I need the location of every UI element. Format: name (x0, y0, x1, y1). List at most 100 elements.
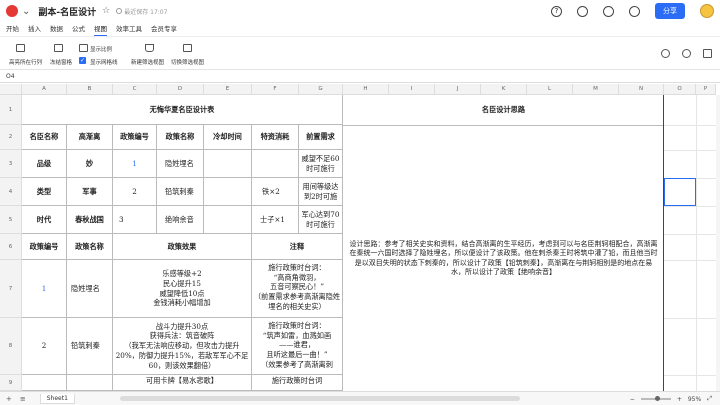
header-cell[interactable]: 冷却时间 (204, 125, 252, 150)
col-header-l[interactable]: L (527, 84, 573, 95)
row-header-3[interactable]: 3 (0, 150, 22, 178)
col-header-a[interactable]: A (22, 84, 67, 95)
menu-insert[interactable]: 插入 (28, 23, 41, 33)
header-cell[interactable]: 特资消耗 (252, 125, 299, 150)
menu-data[interactable]: 数据 (50, 23, 63, 33)
col-header-p[interactable]: P (696, 84, 716, 95)
menu-start[interactable]: 开始 (6, 23, 19, 33)
note-cell[interactable]: 施行政策时台词 (252, 375, 343, 391)
share-network-icon[interactable] (661, 49, 670, 58)
add-sheet-icon[interactable]: + (6, 395, 12, 403)
header-cell[interactable]: 高渐离 (67, 125, 113, 150)
table-cell[interactable]: 1 (22, 260, 67, 318)
policy-effect-cell[interactable]: 乐感等级+2 民心提升15 威望降低10点 金钱消耗小幅增加 (113, 260, 252, 318)
chevron-down-icon[interactable]: ⌄ (22, 6, 30, 17)
table-cell[interactable]: 军事 (67, 178, 113, 206)
col-header-c[interactable]: C (113, 84, 157, 95)
header-cell[interactable]: 政策效果 (113, 234, 252, 260)
row-header-8[interactable]: 8 (0, 318, 22, 375)
table-cell[interactable]: 隐姓埋名 (157, 150, 204, 178)
policy-effect-cell[interactable]: 战斗力提升30点 获得兵法：筑音破阵 （我军无法响应移动，但攻击力提升20%，防… (113, 318, 252, 375)
header-cell[interactable]: 政策名称 (67, 234, 113, 260)
col-header-o[interactable]: O (664, 84, 696, 95)
menu-member[interactable]: 会员专享 (151, 23, 177, 33)
history-icon[interactable] (577, 5, 588, 17)
col-header-k[interactable]: K (481, 84, 527, 95)
col-header-h[interactable]: H (343, 84, 389, 95)
menu-view[interactable]: 视图 (94, 23, 107, 36)
zoom-in-icon[interactable]: + (677, 396, 682, 403)
table-cell[interactable]: 绝响余音 (157, 206, 204, 234)
zoom-knob[interactable] (654, 396, 660, 401)
fit-screen-icon[interactable]: ⤢ (707, 395, 712, 403)
col-header-n[interactable]: N (619, 84, 664, 95)
table-cell[interactable] (204, 150, 252, 178)
table-cell[interactable]: 妙 (67, 150, 113, 178)
zoom-level[interactable]: 95% (688, 396, 701, 403)
table-cell[interactable]: 2 (22, 318, 67, 375)
freeze-icon[interactable] (54, 44, 63, 52)
table-cell[interactable]: 铅筑刺秦 (67, 318, 113, 375)
col-header-e[interactable]: E (204, 84, 252, 95)
table-cell[interactable]: 3 (113, 206, 157, 234)
table-cell[interactable]: 士子×1 (252, 206, 299, 234)
menu-efficiency-tools[interactable]: 效率工具 (116, 23, 142, 33)
selected-cell-o4[interactable] (664, 178, 696, 206)
col-header-f[interactable]: F (252, 84, 299, 95)
header-cell[interactable]: 政策编号 (22, 234, 67, 260)
zoom-slider[interactable] (640, 396, 671, 401)
filter-icon[interactable] (145, 44, 154, 52)
note-cell[interactable]: 施行政策时台词： “高商角徵羽， 五音可察民心！” （前置需求参考高渐离隐姓埋名… (252, 260, 343, 318)
display-ratio-button[interactable]: 显示比例 (90, 45, 112, 53)
sheet-tab-sheet1[interactable]: Sheet1 (39, 393, 75, 404)
row-header-9[interactable]: 9 (0, 375, 22, 391)
row-header-5[interactable]: 5 (0, 206, 22, 234)
sheet-list-icon[interactable]: ≡ (20, 395, 26, 403)
col-header-g[interactable]: G (299, 84, 343, 95)
new-filter-view-button[interactable]: 新建筛选视图 (131, 58, 164, 66)
gridlines-checkbox[interactable]: ✓ (79, 57, 86, 64)
collaborator-icon[interactable] (629, 5, 640, 17)
table-cell[interactable]: 铁×2 (252, 178, 299, 206)
document-title[interactable]: 副本-名臣设计 (38, 5, 96, 18)
row-header-1[interactable]: 1 (0, 95, 22, 125)
table-cell[interactable] (67, 375, 113, 391)
design-idea-text[interactable]: 设计思路：参考了相关史实和资料，结合高渐离的生平经历，考虑到可以与名臣荆轲相配合… (343, 125, 664, 391)
settings-icon[interactable] (682, 49, 691, 58)
col-header-j[interactable]: J (435, 84, 481, 95)
app-logo[interactable] (6, 5, 18, 17)
comment-icon[interactable] (603, 5, 614, 17)
header-cell[interactable]: 前置需求 (299, 125, 343, 150)
help-icon[interactable]: ? (551, 5, 562, 17)
vertical-scrollbar[interactable] (716, 95, 720, 391)
table-cell[interactable]: 品级 (22, 150, 67, 178)
table-cell[interactable] (204, 206, 252, 234)
header-cell[interactable]: 政策编号 (113, 125, 157, 150)
switch-filter-view-button[interactable]: 切换筛选视图 (171, 58, 204, 66)
policy-effect-cell[interactable]: 可用卡牌【易水悲歌】 (113, 375, 252, 391)
table-cell[interactable] (22, 375, 67, 391)
table-cell[interactable]: 2 (113, 178, 157, 206)
highlight-icon[interactable] (16, 44, 25, 52)
row-header-4[interactable]: 4 (0, 178, 22, 206)
star-icon[interactable]: ☆ (102, 6, 110, 16)
row-header-7[interactable]: 7 (0, 260, 22, 318)
table-cell[interactable]: 春秋战国 (67, 206, 113, 234)
table-cell[interactable]: 威望不足60时可施行 (299, 150, 343, 178)
switch-view-icon[interactable] (183, 44, 192, 52)
table-cell[interactable]: 隐姓埋名 (67, 260, 113, 318)
table-cell[interactable] (252, 150, 299, 178)
menu-formula[interactable]: 公式 (72, 23, 85, 33)
table-cell[interactable]: 军心达到70时可施行 (299, 206, 343, 234)
col-header-b[interactable]: B (67, 84, 113, 95)
header-cell[interactable]: 政策名称 (157, 125, 204, 150)
header-cell[interactable]: 注释 (252, 234, 343, 260)
expand-icon[interactable] (703, 49, 712, 58)
note-cell[interactable]: 施行政策时台词： “筑声如雷，血溅如画 ——谁君， 且听这最后一曲！” （效果参… (252, 318, 343, 375)
table-cell[interactable]: 时代 (22, 206, 67, 234)
highlight-row-col-button[interactable]: 高亮所在行列 (9, 58, 42, 66)
header-cell[interactable]: 名臣名称 (22, 125, 67, 150)
table-cell[interactable] (204, 178, 252, 206)
design-idea-title[interactable]: 名臣设计思路 (343, 95, 664, 125)
table-cell[interactable]: 用间等级达到2时可施 (299, 178, 343, 206)
